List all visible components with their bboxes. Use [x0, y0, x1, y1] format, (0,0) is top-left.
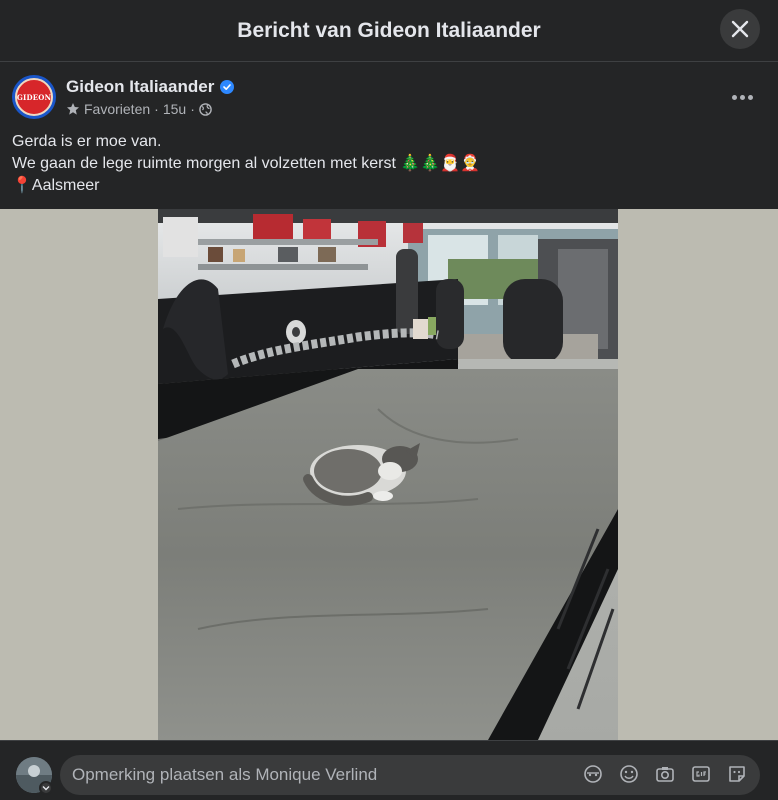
meta-separator: · [190, 101, 195, 117]
post-text: Gerda is er moe van. We gaan de lege rui… [12, 131, 480, 197]
dialog-header: Bericht van Gideon Italiaander [0, 0, 778, 62]
globe-icon [199, 102, 212, 116]
author-avatar[interactable]: GIDEON [12, 75, 56, 119]
sticker-button[interactable] [726, 763, 748, 785]
close-icon [731, 20, 749, 38]
author-name[interactable]: Gideon Italiaander [66, 77, 214, 97]
media-area [0, 209, 778, 740]
more-icon [731, 94, 737, 100]
camera-button[interactable] [654, 763, 676, 785]
sticker-icon [729, 766, 745, 782]
post-text-line: We gaan de lege ruimte morgen al volzett… [12, 155, 481, 172]
post-text-line: Gerda is er moe van. [12, 133, 162, 150]
meta-separator: · [154, 101, 159, 117]
post-photo[interactable] [158, 209, 618, 740]
dialog-title: Bericht van Gideon Italiaander [237, 18, 541, 42]
avatar-sticker-icon [584, 765, 602, 783]
post-header: GIDEON Gideon Italiaander Favorieten · 1… [0, 63, 778, 209]
emoji-button[interactable] [618, 763, 640, 785]
more-options-button[interactable] [724, 85, 760, 109]
gif-button[interactable] [690, 763, 712, 785]
comment-box [60, 755, 760, 795]
emoji-icon [620, 765, 638, 783]
close-button[interactable] [720, 9, 760, 49]
author-name-row: Gideon Italiaander [66, 77, 235, 97]
camera-icon [656, 767, 674, 782]
chevron-down-icon [42, 786, 50, 791]
post-text-line: 📍Aalsmeer [12, 177, 100, 194]
comment-tools [582, 763, 748, 785]
audience-label[interactable]: Favorieten [84, 101, 150, 117]
star-icon [67, 103, 79, 115]
comment-composer [0, 740, 778, 800]
post-meta: Favorieten · 15u · [66, 101, 212, 117]
gif-icon [692, 766, 710, 782]
avatar-sticker-button[interactable] [582, 763, 604, 785]
post-time[interactable]: 15u [163, 101, 186, 117]
avatar-toggle[interactable] [39, 781, 53, 795]
comment-input[interactable] [60, 765, 560, 785]
photo-scene [158, 209, 618, 740]
logo-text: GIDEON [16, 92, 52, 102]
verified-badge-icon [220, 80, 235, 94]
brand-logo: GIDEON [15, 78, 53, 116]
